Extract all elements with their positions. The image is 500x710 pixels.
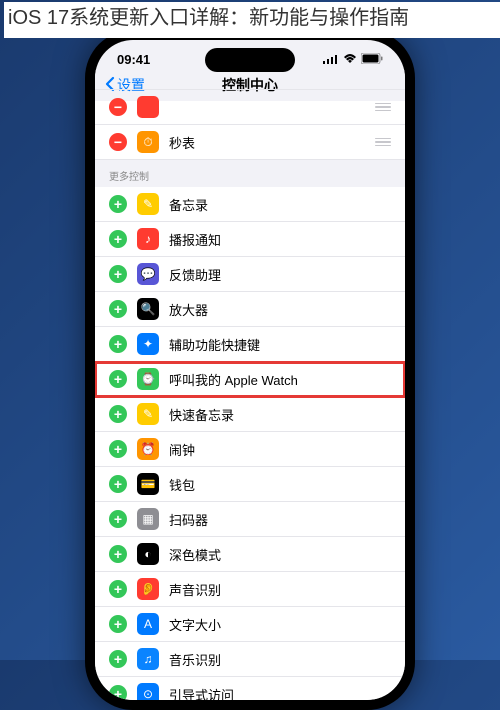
app-icon: ✎	[137, 193, 159, 215]
app-icon: 👂	[137, 578, 159, 600]
app-icon: ▦	[137, 508, 159, 530]
existing-controls-list: − − ⏱ 秒表	[95, 89, 405, 160]
list-item[interactable]: + 💬 反馈助理	[95, 257, 405, 292]
signal-icon	[323, 52, 339, 67]
app-icon: ♪	[137, 228, 159, 250]
list-item[interactable]: + ▦ 扫码器	[95, 502, 405, 537]
status-time: 09:41	[117, 52, 150, 67]
add-icon[interactable]: +	[109, 265, 127, 283]
add-icon[interactable]: +	[109, 335, 127, 353]
list-item[interactable]: + 👂 声音识别	[95, 572, 405, 607]
app-icon: ⏰	[137, 438, 159, 460]
drag-handle-icon[interactable]	[375, 138, 391, 147]
add-icon[interactable]: +	[109, 650, 127, 668]
add-icon[interactable]: +	[109, 405, 127, 423]
battery-icon	[361, 52, 383, 67]
row-label: 引导式访问	[169, 685, 391, 701]
row-label: 反馈助理	[169, 265, 391, 284]
row-label: 播报通知	[169, 230, 391, 249]
list-item[interactable]: + 💳 钱包	[95, 467, 405, 502]
article-title: iOS 17系统更新入口详解：新功能与操作指南	[4, 2, 500, 38]
row-label: 呼叫我的 Apple Watch	[169, 370, 391, 389]
row-label: 钱包	[169, 475, 391, 494]
row-label: 备忘录	[169, 195, 391, 214]
drag-handle-icon[interactable]	[375, 103, 391, 112]
app-icon: ⌚	[137, 368, 159, 390]
app-icon: A	[137, 613, 159, 635]
list-item[interactable]: + ⌚ 呼叫我的 Apple Watch	[95, 362, 405, 397]
add-icon[interactable]: +	[109, 580, 127, 598]
add-icon[interactable]: +	[109, 300, 127, 318]
list-item[interactable]: + ♪ 播报通知	[95, 222, 405, 257]
app-icon: 🔍	[137, 298, 159, 320]
list-item[interactable]: + 🔍 放大器	[95, 292, 405, 327]
app-icon: ✦	[137, 333, 159, 355]
app-icon: ✎	[137, 403, 159, 425]
app-icon: ♫	[137, 648, 159, 670]
add-icon[interactable]: +	[109, 230, 127, 248]
remove-icon[interactable]: −	[109, 98, 127, 116]
row-label: 辅助功能快捷键	[169, 335, 391, 354]
row-label: 声音识别	[169, 580, 391, 599]
list-item[interactable]: + ⊙ 引导式访问	[95, 677, 405, 700]
add-icon[interactable]: +	[109, 545, 127, 563]
row-label: 音乐识别	[169, 650, 391, 669]
app-icon: 💬	[137, 263, 159, 285]
list-item[interactable]: + ⏰ 闹钟	[95, 432, 405, 467]
row-label: 深色模式	[169, 545, 391, 564]
row-label: 文字大小	[169, 615, 391, 634]
phone-frame: 09:41 设置 控制中心 −	[85, 30, 415, 710]
list-item[interactable]: + ✎ 备忘录	[95, 187, 405, 222]
row-label: 快速备忘录	[169, 405, 391, 424]
list-item[interactable]: − ⏱ 秒表	[95, 125, 405, 160]
wifi-icon	[343, 52, 357, 67]
add-icon[interactable]: +	[109, 370, 127, 388]
dynamic-island	[205, 48, 295, 72]
section-header-more: 更多控制	[95, 160, 405, 187]
list-item[interactable]: + ✎ 快速备忘录	[95, 397, 405, 432]
add-icon[interactable]: +	[109, 195, 127, 213]
list-item[interactable]: + A 文字大小	[95, 607, 405, 642]
remove-icon[interactable]: −	[109, 133, 127, 151]
row-label: 秒表	[169, 133, 365, 152]
list-item[interactable]: −	[95, 89, 405, 125]
add-icon[interactable]: +	[109, 440, 127, 458]
app-icon: ◐	[137, 543, 159, 565]
row-label: 闹钟	[169, 440, 391, 459]
list-item[interactable]: + ✦ 辅助功能快捷键	[95, 327, 405, 362]
stopwatch-icon: ⏱	[137, 131, 159, 153]
app-icon	[137, 96, 159, 118]
more-controls-list: + ✎ 备忘录 + ♪ 播报通知 + 💬 反馈助理 + 🔍 放大器 + ✦ 辅助…	[95, 187, 405, 700]
add-icon[interactable]: +	[109, 685, 127, 700]
app-icon: ⊙	[137, 683, 159, 700]
phone-screen: 09:41 设置 控制中心 −	[95, 40, 405, 700]
list-item[interactable]: + ◐ 深色模式	[95, 537, 405, 572]
add-icon[interactable]: +	[109, 475, 127, 493]
add-icon[interactable]: +	[109, 615, 127, 633]
row-label: 扫码器	[169, 510, 391, 529]
add-icon[interactable]: +	[109, 510, 127, 528]
row-label: 放大器	[169, 300, 391, 319]
app-icon: 💳	[137, 473, 159, 495]
